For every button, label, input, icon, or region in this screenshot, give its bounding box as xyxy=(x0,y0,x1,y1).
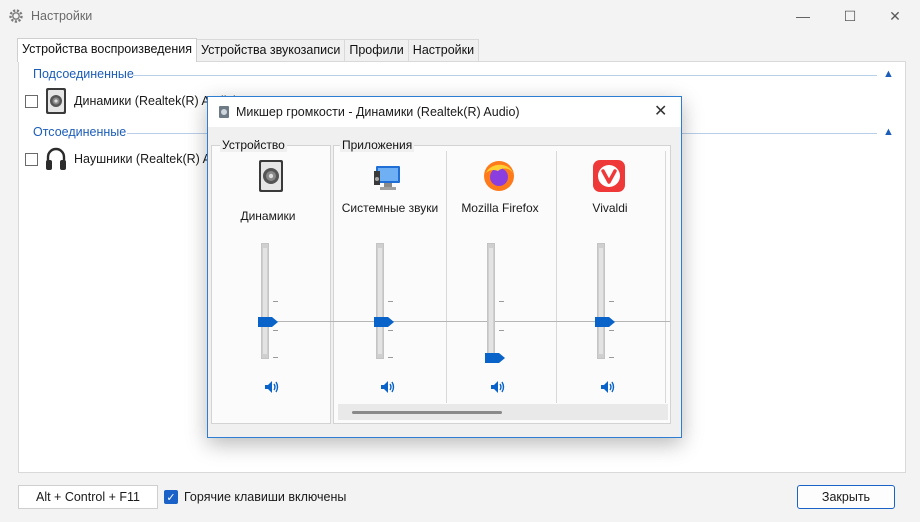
device-group-label: Устройство xyxy=(220,138,287,152)
slider-tick xyxy=(273,357,278,358)
slider-track xyxy=(261,243,269,359)
speaker-small-icon xyxy=(219,106,229,118)
tab-settings[interactable]: Настройки xyxy=(407,39,480,62)
column-divider xyxy=(665,151,666,403)
slider-tick xyxy=(273,301,278,302)
minimize-button[interactable]: — xyxy=(780,0,826,32)
slider-tick xyxy=(388,357,393,358)
slider-thumb[interactable] xyxy=(595,317,615,327)
speaker-icon xyxy=(259,160,283,192)
vivaldi-icon xyxy=(593,160,625,192)
apps-horizontal-scrollbar[interactable] xyxy=(338,404,668,420)
mixer-title: Микшер громкости - Динамики (Realtek(R) … xyxy=(236,105,520,119)
firefox-icon xyxy=(484,161,514,191)
group-connected-label: Подсоединенные xyxy=(33,67,134,81)
device-row-speakers[interactable]: Динамики (Realtek(R) Audio) xyxy=(25,86,238,116)
column-divider xyxy=(446,151,447,403)
slider-thumb[interactable] xyxy=(374,317,394,327)
apps-group-label: Приложения xyxy=(340,138,415,152)
app-label-firefox: Mozilla Firefox xyxy=(461,201,539,215)
tab-recording-devices[interactable]: Устройства звукозаписи xyxy=(196,39,346,62)
hotkeys-enabled-label: Горячие клавиши включены xyxy=(184,490,347,504)
slider-tick xyxy=(609,330,614,331)
device-volume-icon[interactable] xyxy=(264,380,280,394)
collapse-connected-chevron-icon[interactable]: ▲ xyxy=(883,68,894,80)
title-bar: Настройки — ☐ ✕ xyxy=(0,0,920,32)
slider-track xyxy=(487,243,495,359)
slider-tick xyxy=(273,330,278,331)
tab-bar: Устройства воспроизведения Устройства зв… xyxy=(17,38,480,62)
tab-profiles[interactable]: Профили xyxy=(344,39,409,62)
app-label-system-sounds: Системные звуки xyxy=(341,201,439,215)
slider-tick xyxy=(388,301,393,302)
slider-tick xyxy=(499,301,504,302)
close-window-button[interactable]: ✕ xyxy=(872,0,918,32)
volume-mixer-dialog: Микшер громкости - Динамики (Realtek(R) … xyxy=(207,96,682,438)
collapse-disconnected-chevron-icon[interactable]: ▲ xyxy=(883,126,894,138)
system-sounds-icon xyxy=(374,166,400,190)
system-sounds-volume-icon[interactable] xyxy=(380,380,396,394)
mixer-title-bar: Микшер громкости - Динамики (Realtek(R) … xyxy=(208,97,681,127)
gear-icon xyxy=(9,9,23,23)
mixer-body: Устройство Динамики Приложения Системные… xyxy=(208,127,681,437)
slider-fill xyxy=(378,248,382,354)
mixer-close-button[interactable]: ✕ xyxy=(654,101,667,121)
group-disconnected-label: Отсоединенные xyxy=(33,125,127,139)
device-mixer-label: Динамики xyxy=(240,209,296,223)
device-checkbox[interactable] xyxy=(25,94,38,108)
maximize-button[interactable]: ☐ xyxy=(827,0,873,32)
slider-thumb[interactable] xyxy=(485,353,505,363)
window-title: Настройки xyxy=(31,9,93,23)
slider-tick xyxy=(388,330,393,331)
tab-playback-devices[interactable]: Устройства воспроизведения xyxy=(17,38,198,62)
app-label-vivaldi: Vivaldi xyxy=(592,201,628,215)
scrollbar-thumb[interactable] xyxy=(352,411,502,414)
slider-tick xyxy=(499,330,504,331)
headphones-icon xyxy=(46,147,66,170)
hotkey-field[interactable]: Alt + Control + F11 xyxy=(18,485,158,509)
slider-fill xyxy=(599,248,603,354)
slider-track xyxy=(597,243,605,359)
checkmark-icon: ✓ xyxy=(166,491,176,504)
vivaldi-volume-icon[interactable] xyxy=(600,380,616,394)
device-checkbox[interactable] xyxy=(25,152,38,166)
close-button[interactable]: Закрыть xyxy=(797,485,895,509)
hotkeys-enabled-checkbox[interactable]: ✓ xyxy=(164,490,178,504)
slider-thumb[interactable] xyxy=(258,317,278,327)
slider-tick xyxy=(609,357,614,358)
column-divider xyxy=(556,151,557,403)
slider-fill xyxy=(263,248,267,354)
speaker-icon xyxy=(46,88,66,114)
slider-fill xyxy=(489,248,493,354)
group-divider xyxy=(133,75,877,76)
slider-tick xyxy=(609,301,614,302)
firefox-volume-icon[interactable] xyxy=(490,380,506,394)
slider-track xyxy=(376,243,384,359)
